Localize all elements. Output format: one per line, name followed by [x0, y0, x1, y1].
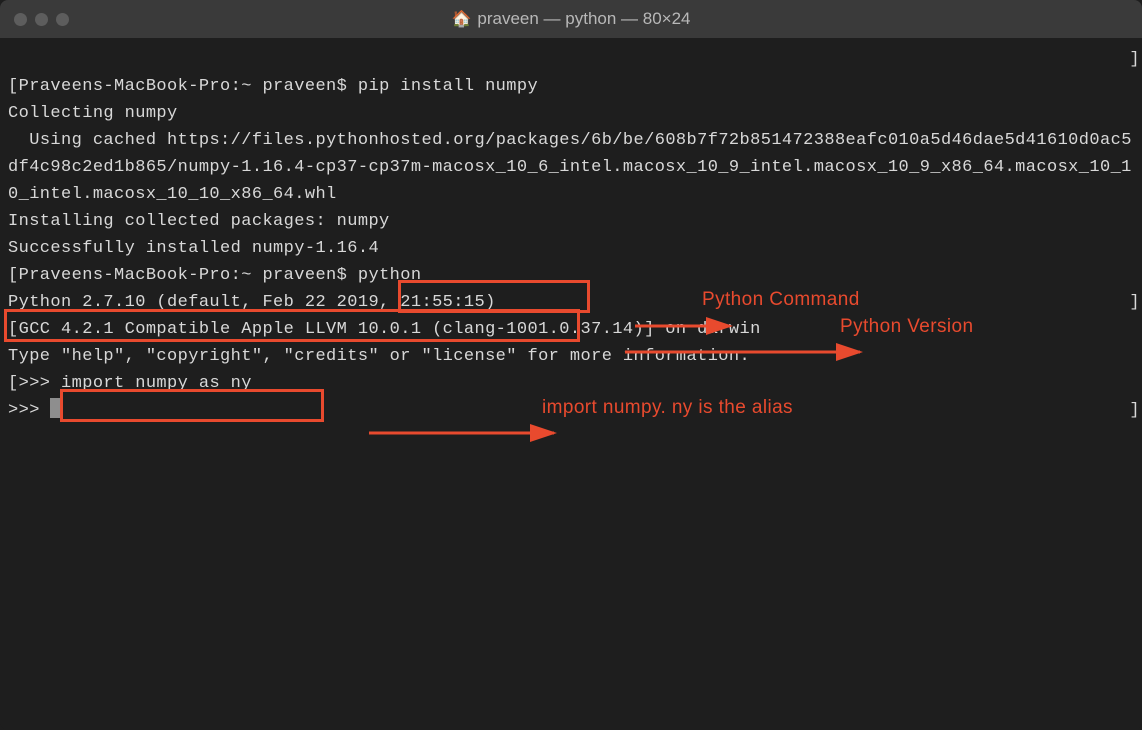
output-collecting: Collecting numpy	[8, 104, 178, 123]
window-title-text: praveen — python — 80×24	[477, 9, 690, 29]
bracket-right-2: ]	[1129, 289, 1140, 316]
titlebar: 🏠 praveen — python — 80×24	[0, 0, 1142, 38]
annotation-label-import-alias: import numpy. ny is the alias	[542, 394, 793, 421]
output-python-version: Python 2.7.10 (default, Feb 22 2019, 21:…	[8, 293, 496, 312]
traffic-lights	[0, 13, 69, 26]
command-python: python	[358, 266, 422, 285]
window-title: 🏠 praveen — python — 80×24	[451, 9, 690, 29]
command-pip-install: pip install numpy	[358, 77, 538, 96]
output-gcc: [GCC 4.2.1 Compatible Apple LLVM 10.0.1 …	[8, 320, 761, 339]
bracket-right-1: ]	[1129, 46, 1140, 73]
output-help-text: Type "help", "copyright", "credits" or "…	[8, 347, 750, 366]
terminal-content[interactable]: [Praveens-MacBook-Pro:~ praveen$ pip ins…	[0, 38, 1142, 730]
maximize-button[interactable]	[56, 13, 69, 26]
annotation-label-python-version: Python Version	[840, 313, 973, 340]
minimize-button[interactable]	[35, 13, 48, 26]
python-prompt-1: [>>>	[8, 374, 61, 393]
annotation-label-python-command: Python Command	[702, 286, 860, 313]
output-cached-url: Using cached https://files.pythonhosted.…	[8, 131, 1132, 204]
cursor	[50, 398, 60, 418]
command-import-numpy: import numpy as ny	[61, 374, 252, 393]
home-icon: 🏠	[451, 9, 471, 29]
output-installing: Installing collected packages: numpy	[8, 212, 390, 231]
output-success: Successfully installed numpy-1.16.4	[8, 239, 379, 258]
python-prompt-2: >>>	[8, 401, 50, 420]
prompt-2: [Praveens-MacBook-Pro:~ praveen$	[8, 266, 358, 285]
terminal-window: 🏠 praveen — python — 80×24 [Praveens-Mac…	[0, 0, 1142, 730]
close-button[interactable]	[14, 13, 27, 26]
annotation-box-import	[60, 389, 324, 422]
annotation-arrow-import	[327, 396, 569, 480]
bracket-right-3: ]	[1129, 397, 1140, 424]
prompt-1: [Praveens-MacBook-Pro:~ praveen$	[8, 77, 358, 96]
